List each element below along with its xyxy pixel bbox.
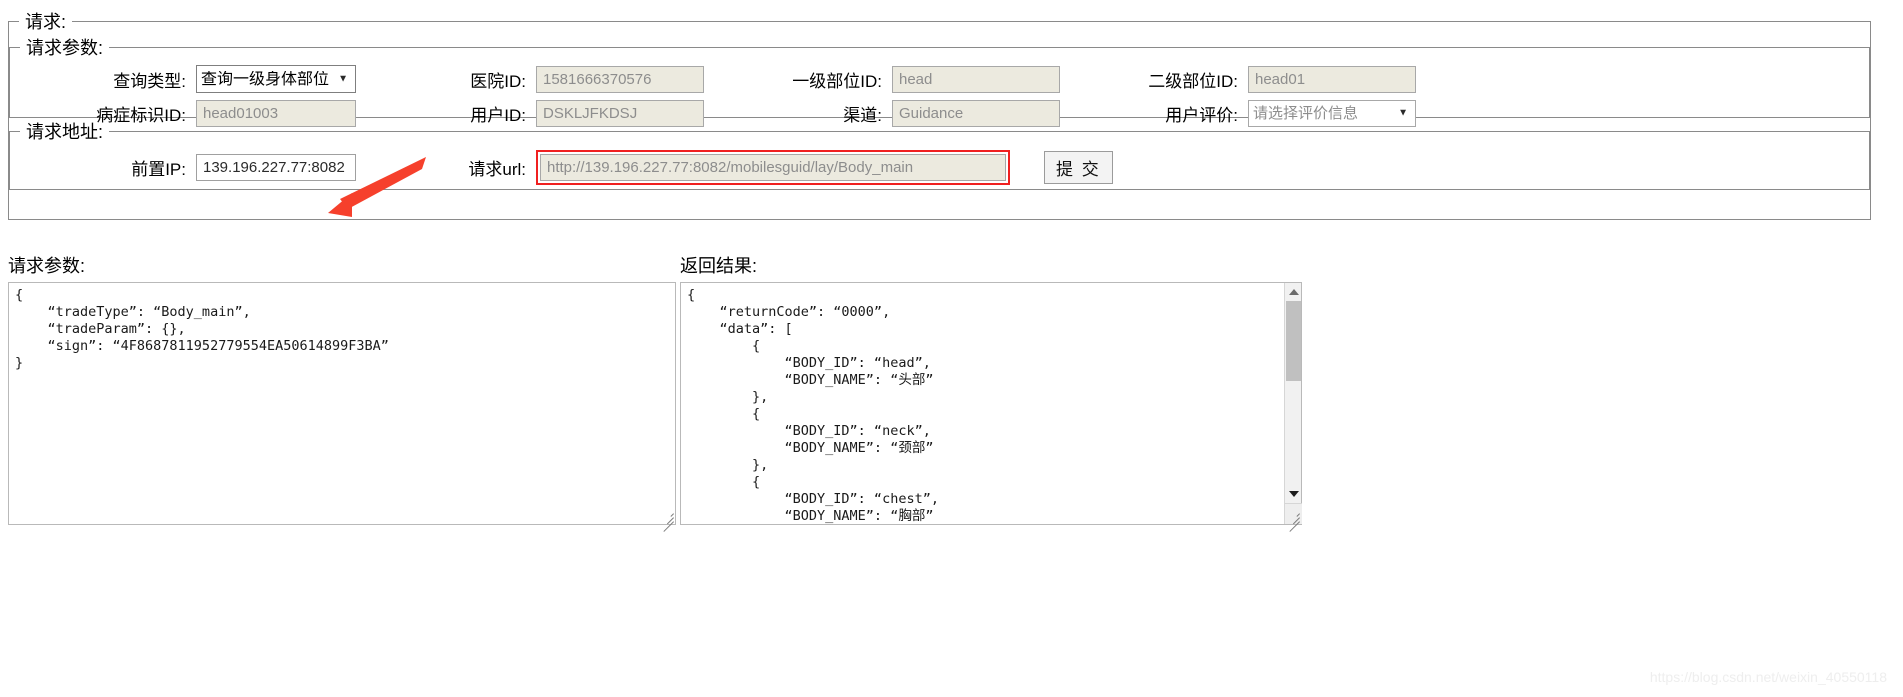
- secondary-body-part-id-label: 二级部位ID:: [1148, 71, 1238, 91]
- user-evaluation-label: 用户评价:: [1165, 105, 1238, 125]
- field-primary-body-part-id: 一级部位ID:: [762, 65, 1060, 93]
- request-address-legend: 请求地址:: [26, 122, 104, 142]
- request-params-textarea[interactable]: { “tradeType”: “Body_main”, “tradeParam”…: [8, 282, 676, 525]
- response-panel-title: 返回结果:: [680, 256, 758, 276]
- response-panel: 返回结果: { “returnCode”: “0000”, “data”: [ …: [680, 252, 1302, 532]
- field-hospital-id: 医院ID:: [426, 65, 704, 93]
- user-id-input[interactable]: [536, 99, 704, 127]
- submit-button[interactable]: 提 交: [1044, 150, 1113, 184]
- field-user-id: 用户ID:: [426, 99, 704, 127]
- request-params-textarea-wrap: { “tradeType”: “Body_main”, “tradeParam”…: [8, 282, 676, 532]
- query-type-select[interactable]: 查询一级身体部位: [196, 65, 356, 93]
- response-textarea[interactable]: { “returnCode”: “0000”, “data”: [ { “BOD…: [680, 282, 1302, 525]
- request-params-panel: 请求参数: { “tradeType”: “Body_main”, “trade…: [8, 252, 676, 532]
- request-section: 请求: 请求参数: 查询类型: 查询一级身体部位 ▼ 医院ID: 1581666…: [8, 8, 1871, 220]
- watermark: https://blog.csdn.net/weixin_40550118: [1649, 669, 1887, 685]
- request-section-legend: 请求:: [25, 12, 67, 32]
- primary-body-part-id-input[interactable]: [892, 65, 1060, 93]
- secondary-body-part-id-input[interactable]: [1248, 65, 1416, 93]
- params-row-1: 查询类型: 查询一级身体部位 ▼ 医院ID: 一级部位ID:: [10, 62, 1869, 96]
- channel-label: 渠道:: [843, 105, 882, 125]
- scrollbar-thumb[interactable]: [1286, 301, 1301, 381]
- request-params-legend: 请求参数:: [26, 38, 104, 58]
- hospital-id-label: 医院ID:: [470, 71, 526, 91]
- request-url-highlight: [536, 149, 1010, 185]
- scroll-down-arrow-icon[interactable]: [1285, 485, 1302, 502]
- field-prefix-ip: 前置IP:: [16, 153, 356, 181]
- user-id-label: 用户ID:: [470, 105, 526, 125]
- symptom-id-input[interactable]: [196, 99, 356, 127]
- app-root: 请求: 请求参数: 查询类型: 查询一级身体部位 ▼ 医院ID: 1581666…: [0, 0, 1903, 697]
- primary-body-part-id-label: 一级部位ID:: [792, 71, 882, 91]
- hospital-id-input[interactable]: [536, 65, 704, 93]
- query-type-select-wrap[interactable]: 查询一级身体部位 ▼: [196, 65, 356, 93]
- field-request-url: 请求url:: [426, 149, 1010, 185]
- field-secondary-body-part-id: 二级部位ID:: [1118, 65, 1416, 93]
- response-scrollbar[interactable]: [1284, 283, 1302, 524]
- field-query-type: 查询类型: 查询一级身体部位 ▼: [16, 65, 356, 93]
- field-user-evaluation: 用户评价: 请选择评价信息 ▼: [1118, 99, 1416, 127]
- user-evaluation-select[interactable]: 请选择评价信息: [1248, 99, 1416, 127]
- prefix-ip-label: 前置IP:: [131, 159, 186, 179]
- request-params-group: 请求参数: 查询类型: 查询一级身体部位 ▼ 医院ID: 一级部: [9, 34, 1870, 127]
- field-channel: 渠道:: [762, 99, 1060, 127]
- request-params-panel-title: 请求参数:: [8, 256, 86, 276]
- query-type-label: 查询类型:: [113, 71, 186, 91]
- request-url-label: 请求url:: [468, 159, 526, 179]
- request-address-group: 请求地址: 前置IP: 请求url: 提 交: [9, 118, 1870, 190]
- scroll-up-arrow-icon[interactable]: [1285, 283, 1302, 300]
- response-textarea-wrap: { “returnCode”: “0000”, “data”: [ { “BOD…: [680, 282, 1302, 532]
- address-row: 前置IP: 请求url: 提 交: [10, 149, 1869, 185]
- user-evaluation-select-wrap[interactable]: 请选择评价信息 ▼: [1248, 99, 1416, 127]
- channel-input[interactable]: [892, 99, 1060, 127]
- request-url-input[interactable]: [540, 153, 1006, 181]
- scrollbar-corner: [1285, 503, 1302, 524]
- prefix-ip-input[interactable]: [196, 153, 356, 181]
